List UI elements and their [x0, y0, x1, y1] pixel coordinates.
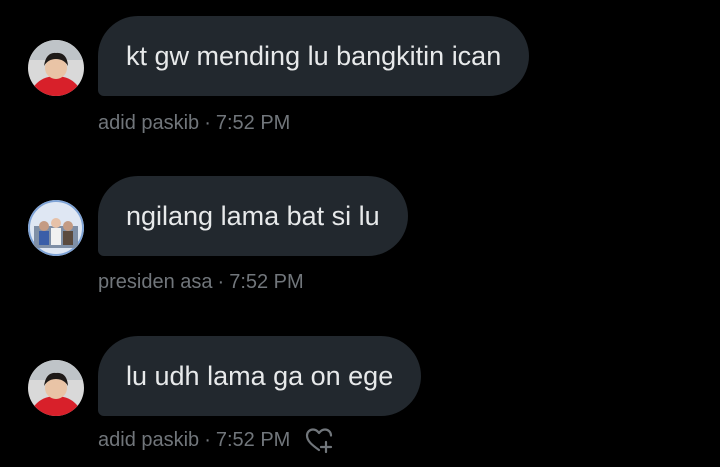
dm-conversation: kt gw mending lu bangkitin ican adid pas… — [0, 0, 720, 467]
sender-avatar[interactable] — [28, 360, 84, 416]
message-time: 7:52 PM — [215, 429, 291, 451]
message-time: 7:52 PM — [229, 271, 304, 293]
sender-avatar[interactable] — [28, 200, 84, 256]
meta-separator: · — [204, 429, 211, 451]
message-meta: presiden asa · 7:52 PM — [98, 270, 304, 294]
sender-name: adid paskib — [98, 429, 200, 451]
meta-separator: · — [217, 271, 225, 293]
user-avatar-group-photo-icon — [28, 200, 84, 256]
meta-separator: · — [204, 112, 211, 134]
sender-name: presiden asa — [98, 271, 213, 293]
sender-name: adid paskib — [98, 112, 200, 134]
user-avatar-red-shirt-icon — [28, 40, 84, 96]
sender-avatar[interactable] — [28, 40, 84, 96]
message-bubble[interactable]: lu udh lama ga on ege — [98, 336, 422, 416]
user-avatar-red-shirt-icon — [28, 360, 84, 416]
message-meta: adid paskib · 7:52 PM — [98, 425, 334, 455]
message-bubble[interactable]: kt gw mending lu bangkitin ican — [98, 16, 530, 96]
message-bubble[interactable]: ngilang lama bat si lu — [98, 176, 408, 256]
add-reaction-heart-icon[interactable] — [304, 425, 334, 455]
message-time: 7:52 PM — [215, 112, 291, 134]
message-meta: adid paskib · 7:52 PM — [98, 111, 290, 135]
